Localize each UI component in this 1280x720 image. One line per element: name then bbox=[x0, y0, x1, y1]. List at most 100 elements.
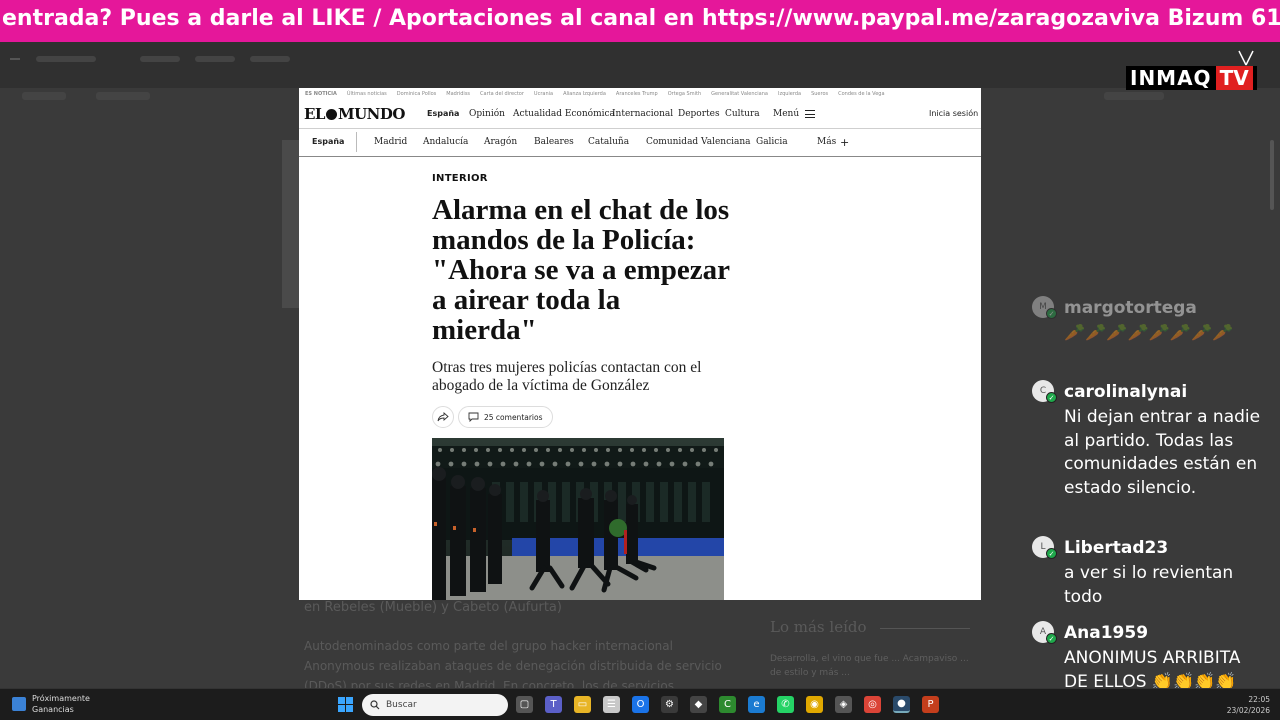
trending-topic[interactable]: Generalitat Valenciana bbox=[711, 91, 768, 97]
chrome-canary-icon[interactable]: ◉ bbox=[806, 696, 823, 713]
share-button[interactable] bbox=[432, 406, 454, 428]
teams-icon[interactable]: T bbox=[545, 696, 562, 713]
edge-icon[interactable]: e bbox=[748, 696, 765, 713]
subnav-baleares[interactable]: Baleares bbox=[534, 137, 574, 147]
globe-icon bbox=[325, 109, 337, 120]
article-subtitle: Otras tres mujeres policías contactan co… bbox=[432, 359, 702, 394]
background-most-read-item: Desarrolla, el vino que fue ... Acampavi… bbox=[770, 654, 969, 678]
background-browser-toolbar bbox=[0, 42, 1280, 100]
nav-espana[interactable]: España bbox=[427, 109, 459, 118]
chrome-icon[interactable]: ◎ bbox=[864, 696, 881, 713]
verified-badge-icon: ✓ bbox=[1046, 308, 1057, 319]
nav-actualidad-economica[interactable]: Actualidad Económica bbox=[513, 109, 615, 119]
channel-logo-text: INMAQ bbox=[1130, 66, 1212, 90]
chat-text: 🥕🥕🥕🥕🥕🥕🥕🥕 bbox=[1064, 323, 1234, 343]
article-headline: Alarma en el chat de los mandos de la Po… bbox=[432, 194, 730, 346]
subnav-aragon[interactable]: Aragón bbox=[484, 137, 517, 147]
widgets-icon bbox=[12, 697, 26, 711]
file-explorer-icon[interactable]: ▭ bbox=[574, 696, 591, 713]
trending-topic[interactable]: Alianza Izquierda bbox=[563, 91, 606, 97]
taskbar: Próximamente Ganancias Buscar ▢ T ▭ ☰ O … bbox=[0, 688, 1280, 720]
chat-username[interactable]: Ana1959 bbox=[1064, 623, 1148, 643]
verified-badge-icon: ✓ bbox=[1046, 392, 1057, 403]
background-most-read-title: Lo más leído bbox=[770, 618, 867, 636]
verified-badge-icon: ✓ bbox=[1046, 633, 1057, 644]
login-link[interactable]: Inicia sesión bbox=[929, 109, 978, 118]
clock-date: 23/02/2026 bbox=[1226, 706, 1270, 715]
hamburger-icon[interactable] bbox=[805, 110, 815, 118]
trending-topic[interactable]: ES NOTICIA bbox=[305, 91, 337, 97]
subnav-galicia[interactable]: Galicia bbox=[756, 137, 788, 147]
app3-icon[interactable]: ◈ bbox=[835, 696, 852, 713]
article-screenshot: ES NOTICIA Últimas noticias Dominica Pollo… bbox=[299, 88, 981, 600]
trending-topic[interactable]: Carta del director bbox=[480, 91, 524, 97]
trending-topic[interactable]: Madridiss bbox=[446, 91, 470, 97]
article-photo bbox=[432, 438, 724, 600]
trending-topic[interactable]: Ucrania bbox=[534, 91, 553, 97]
trending-topic[interactable]: Ortega Smith bbox=[668, 91, 701, 97]
background-scrollbar bbox=[1270, 140, 1274, 210]
trending-topic[interactable]: Aranceles Trump bbox=[616, 91, 658, 97]
settings-icon[interactable]: ⚙ bbox=[661, 696, 678, 713]
comments-button[interactable]: 25 comentarios bbox=[458, 406, 553, 428]
background-caption: en Rebeles (Mueble) y Cabeto (Aufurta) bbox=[304, 600, 562, 615]
verified-badge-icon: ✓ bbox=[1046, 548, 1057, 559]
chat-text: Ni dejan entrar a nadie al partido. Toda… bbox=[1064, 407, 1261, 498]
trending-topic[interactable]: Sueros bbox=[811, 91, 828, 97]
subnav-andalucia[interactable]: Andalucía bbox=[423, 137, 468, 147]
nav-menu[interactable]: Menú bbox=[773, 109, 799, 119]
subnav-espana[interactable]: España bbox=[312, 137, 344, 146]
el-mundo-logo-right: MUNDO bbox=[337, 105, 405, 123]
start-icon[interactable] bbox=[338, 697, 353, 712]
nav-opinion[interactable]: Opinión bbox=[469, 109, 505, 119]
trending-topic[interactable]: Últimas noticias bbox=[347, 91, 387, 97]
comments-count: 25 comentarios bbox=[484, 412, 543, 422]
trending-topic[interactable]: Dominica Pollos bbox=[397, 91, 436, 97]
comment-icon bbox=[468, 412, 479, 422]
background-image-fragment bbox=[282, 140, 299, 308]
outlook-icon[interactable]: O bbox=[632, 696, 649, 713]
live-chat-panel: M ✓ margotortega 🥕🥕🥕🥕🥕🥕🥕🥕 C ✓ carolinaly… bbox=[1022, 290, 1268, 688]
task-view-icon[interactable]: ▢ bbox=[516, 696, 533, 713]
whatsapp-icon[interactable]: ✆ bbox=[777, 696, 794, 713]
subnav-cataluna[interactable]: Cataluña bbox=[588, 137, 629, 147]
subnav-madrid[interactable]: Madrid bbox=[374, 137, 407, 147]
search-icon bbox=[370, 700, 380, 710]
taskbar-search[interactable]: Buscar bbox=[362, 694, 508, 716]
article-trending-bar: ES NOTICIA Últimas noticias Dominica Pollo… bbox=[299, 88, 981, 100]
subnav-comunidad-valenciana[interactable]: Comunidad Valenciana bbox=[646, 137, 751, 147]
powerpoint-icon[interactable]: P bbox=[922, 696, 939, 713]
share-icon bbox=[437, 412, 449, 422]
subnav-divider bbox=[356, 132, 357, 152]
widgets-line1: Próximamente bbox=[32, 694, 90, 703]
clock-time: 22:05 bbox=[1248, 695, 1270, 704]
plus-icon[interactable]: + bbox=[840, 136, 849, 149]
ticker-banner: entrada? Pues a darle al LIKE / Aportaci… bbox=[0, 0, 1280, 42]
app-icon[interactable]: ☰ bbox=[603, 696, 620, 713]
nav-cultura[interactable]: Cultura bbox=[725, 109, 760, 119]
widgets-button[interactable]: Próximamente Ganancias bbox=[12, 693, 90, 715]
trending-topic[interactable]: Condes de la Vega bbox=[838, 91, 884, 97]
trending-topic[interactable]: Izquierda bbox=[778, 91, 801, 97]
chat-text: a ver si lo revientan todo bbox=[1064, 563, 1234, 607]
article-section-label[interactable]: INTERIOR bbox=[432, 173, 488, 184]
obs-icon[interactable]: ● bbox=[893, 696, 910, 713]
channel-logo: INMAQ TV bbox=[1126, 66, 1257, 90]
background-most-read-rule bbox=[880, 628, 970, 629]
header-divider bbox=[299, 128, 981, 129]
widgets-line2: Ganancias bbox=[32, 705, 74, 714]
el-mundo-logo[interactable]: EL MUNDO bbox=[304, 105, 405, 123]
chat-username[interactable]: carolinalynai bbox=[1064, 382, 1187, 402]
antenna-icon bbox=[1238, 50, 1254, 66]
camtasia-icon[interactable]: C bbox=[719, 696, 736, 713]
subnav-mas[interactable]: Más bbox=[817, 137, 836, 147]
nav-deportes[interactable]: Deportes bbox=[678, 109, 720, 119]
chat-username[interactable]: margotortega bbox=[1064, 298, 1197, 318]
app2-icon[interactable]: ◆ bbox=[690, 696, 707, 713]
taskbar-clock[interactable]: 22:05 23/02/2026 bbox=[1222, 694, 1270, 716]
el-mundo-logo-left: EL bbox=[304, 105, 325, 123]
taskbar-search-placeholder: Buscar bbox=[386, 700, 417, 710]
nav-internacional[interactable]: Internacional bbox=[612, 109, 673, 119]
subnav-divider-line bbox=[299, 156, 981, 157]
chat-username[interactable]: Libertad23 bbox=[1064, 538, 1168, 558]
